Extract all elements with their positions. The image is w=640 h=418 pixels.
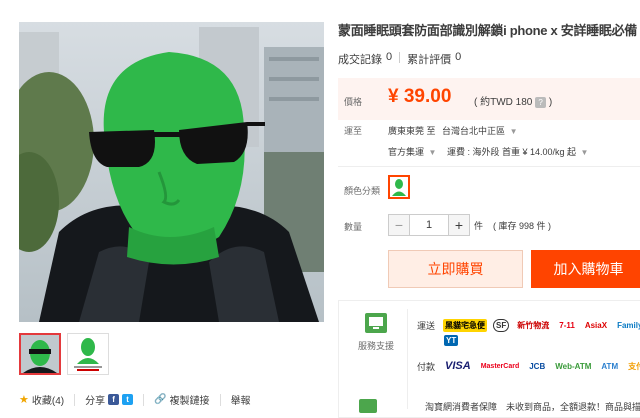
shipping-label: 運送 [417, 321, 436, 331]
star-icon: ★ [19, 394, 29, 406]
service-support-label: 服務支援 [357, 341, 394, 351]
reviews-count: 0 [455, 51, 462, 63]
sales-label: 成交記錄 [338, 54, 382, 66]
thumbnail-image [21, 335, 59, 373]
quantity-decrease-button[interactable]: − [389, 215, 409, 235]
divider [399, 52, 401, 63]
link-icon: 🔗 [154, 394, 167, 405]
quantity-stepper: − 1 + [388, 214, 470, 236]
report-link[interactable]: 舉報 [231, 392, 251, 407]
swatch-image [390, 177, 408, 197]
quantity-label: 數量 [344, 222, 363, 232]
payment-methods: 付款 VISA MasterCard JCB Web-ATM ATM 支付寶 [417, 359, 640, 373]
visa-logo: VISA [445, 360, 471, 372]
price-converted: ( 約TWD 180 ? ) [474, 93, 552, 108]
color-label: 顏色分類 [344, 186, 381, 196]
divider [338, 166, 640, 167]
familymart-logo: Family [617, 321, 640, 330]
tcat-logo: 黑貓宅急便 [443, 319, 488, 332]
service-box: 服務支援 運送 黑貓宅急便 SF 新竹物流 7-11 AsiaX Family … [338, 300, 640, 418]
price-label: 價格 [344, 97, 363, 107]
webatm-logo: Web-ATM [555, 361, 592, 371]
shipping-methods-2: YT [444, 335, 464, 346]
sf-logo: SF [493, 319, 510, 332]
delivery-label: 運至 [344, 126, 363, 136]
sales-count: 0 [386, 51, 393, 63]
thumbnail-1[interactable] [19, 333, 61, 375]
divider [74, 393, 76, 406]
asiax-logo: AsiaX [584, 321, 608, 330]
price-converted-end: ) [548, 97, 553, 108]
jcb-logo: JCB [529, 361, 546, 371]
delivery-from: 廣東東莞 至 [388, 126, 436, 136]
price-value: ¥ 39.00 [388, 86, 452, 107]
shield-icon [359, 399, 377, 413]
color-option-green[interactable] [388, 175, 410, 199]
share-label: 分享 [85, 396, 106, 407]
buy-now-button[interactable]: 立即購買 [388, 250, 523, 288]
help-icon[interactable]: ? [535, 96, 547, 108]
divider [407, 309, 408, 409]
shipping-methods: 運送 黑貓宅急便 SF 新竹物流 7-11 AsiaX Family [417, 319, 640, 332]
mastercard-logo: MasterCard [480, 362, 520, 370]
price-converted-text: ( 約TWD 180 [474, 97, 533, 108]
hct-logo: 新竹物流 [517, 321, 550, 330]
chevron-down-icon[interactable]: ▼ [429, 148, 437, 157]
product-gallery: ★ 收藏(4) 分享 f t 🔗 複製鏈接 舉報 [0, 0, 330, 418]
seven-eleven-logo: 7-11 [559, 321, 575, 330]
delivery-to[interactable]: 台灣台北中正區 [442, 126, 505, 136]
twitter-icon[interactable]: t [122, 394, 134, 405]
atm-logo: ATM [601, 361, 619, 371]
price-box: 價格 ¥ 39.00 ( 約TWD 180 ? ) [338, 78, 640, 120]
payment-label: 付款 [417, 361, 436, 372]
masked-person-photo [19, 22, 324, 322]
quantity-unit: 件 [474, 221, 484, 231]
thumbnail-list [19, 333, 109, 375]
thumbnail-2[interactable] [67, 333, 109, 375]
copy-link[interactable]: 複製鏈接 [170, 392, 210, 407]
product-stats: 成交記錄 0 累計評價 0 [338, 51, 461, 67]
product-title: 蒙面睡眠頭套防面部識別解鎖i phone x 安詳睡眠必備 [338, 23, 637, 38]
shipping-info: 官方集運 ▼ 運費 : 海外段 首重 ¥ 14.00/kg 起 ▼ [388, 145, 588, 158]
product-actions: ★ 收藏(4) 分享 f t 🔗 複製鏈接 舉報 [19, 392, 324, 407]
chevron-down-icon[interactable]: ▼ [510, 127, 518, 136]
add-to-cart-button[interactable]: 加入購物車 [531, 250, 640, 288]
product-main-image[interactable] [19, 22, 324, 322]
product-info: 蒙面睡眠頭套防面部識別解鎖i phone x 安詳睡眠必備 成交記錄 0 累計評… [338, 0, 640, 418]
monitor-icon [365, 313, 387, 333]
quantity-input[interactable]: 1 [409, 215, 449, 235]
alipay-logo: 支付寶 [628, 361, 640, 371]
yt-logo: YT [444, 335, 459, 346]
chevron-down-icon[interactable]: ▼ [581, 148, 589, 157]
thumbnail-image [68, 334, 108, 374]
reviews-label: 累計評價 [407, 54, 452, 66]
shipping-fee: 運費 : 海外段 首重 ¥ 14.00/kg 起 [446, 147, 577, 157]
stock-count: ( 庫存 998 件 ) [493, 221, 552, 231]
divider [143, 393, 145, 406]
favorite-link[interactable]: 收藏(4) [32, 392, 64, 407]
guarantee-text: 淘寶網消費者保障 未收到商品，全額退款！商品與描 [425, 401, 640, 412]
guarantee-row: 淘寶網消費者保障 未收到商品，全額退款！商品與描 [351, 399, 640, 413]
service-support: 服務支援 [351, 313, 401, 352]
facebook-icon[interactable]: f [108, 394, 120, 405]
quantity-increase-button[interactable]: + [449, 215, 469, 235]
delivery-route: 廣東東莞 至 台灣台北中正區 ▼ [388, 124, 517, 137]
carrier-select[interactable]: 官方集運 [388, 147, 424, 157]
divider [219, 393, 221, 406]
